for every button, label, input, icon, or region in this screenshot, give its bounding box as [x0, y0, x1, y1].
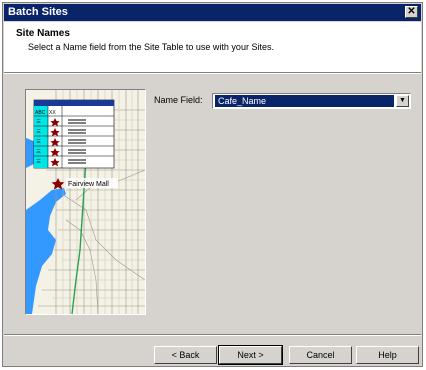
- table-header-abc: ABC: [35, 110, 46, 116]
- table-header-xx: XX: [49, 110, 56, 116]
- cancel-button[interactable]: Cancel: [289, 346, 352, 364]
- svg-text:三: 三: [36, 159, 41, 165]
- wizard-header: Site Names Select a Name field from the …: [4, 22, 421, 72]
- dialog-title: Batch Sites: [8, 6, 68, 18]
- back-button[interactable]: < Back: [154, 346, 217, 364]
- close-icon: ✕: [407, 6, 416, 17]
- help-button[interactable]: Help: [356, 346, 419, 364]
- name-field-value: Cafe_Name: [215, 95, 394, 107]
- next-button[interactable]: Next >: [218, 345, 283, 365]
- name-field-dropdown[interactable]: Cafe_Name ▼: [212, 93, 411, 109]
- close-button[interactable]: ✕: [405, 6, 418, 18]
- chevron-down-icon[interactable]: ▼: [396, 95, 409, 107]
- svg-text:三: 三: [36, 139, 41, 145]
- map-site-label: Fairview Mall: [68, 181, 109, 188]
- batch-sites-dialog: Batch Sites ✕ Site Names Select a Name f…: [2, 2, 423, 367]
- header-subtitle: Select a Name field from the Site Table …: [28, 42, 274, 52]
- map-preview-image: ABC XX 三三三三 三 Fairview Mall: [25, 89, 146, 315]
- svg-text:三: 三: [36, 119, 41, 125]
- header-divider: [4, 72, 421, 74]
- header-title: Site Names: [16, 28, 70, 39]
- svg-text:三: 三: [36, 149, 41, 155]
- svg-text:三: 三: [36, 129, 41, 135]
- footer-divider: [4, 334, 421, 336]
- title-bar: Batch Sites ✕: [4, 4, 421, 21]
- name-field-label: Name Field:: [154, 95, 203, 105]
- map-illustration: ABC XX 三三三三三 Fairview Mall: [26, 90, 145, 314]
